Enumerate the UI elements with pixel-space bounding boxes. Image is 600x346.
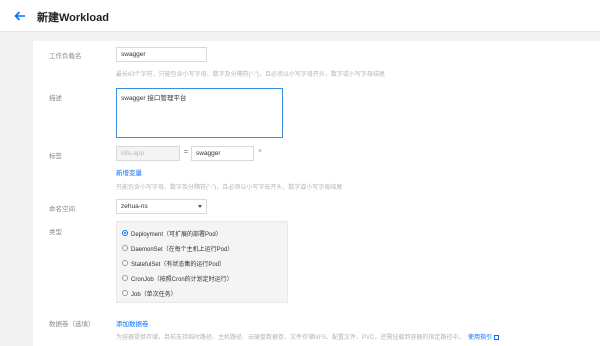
guide-link[interactable]: 使用指引 [468, 332, 500, 341]
name-input[interactable]: swagger [116, 47, 207, 62]
radio-statefulset-label: StatefulSet（有状态集的运行Pod） [131, 261, 226, 268]
radio-unchecked-icon [122, 245, 128, 251]
label-value-input[interactable]: swagger [191, 146, 254, 161]
remove-label-icon[interactable]: × [258, 148, 262, 155]
page-title: 新建Workload [37, 12, 109, 24]
back-arrow-icon[interactable] [12, 8, 28, 24]
type-label: 类型 [49, 229, 62, 236]
radio-checked-icon [122, 230, 128, 236]
chevron-down-icon [198, 205, 202, 208]
radio-cronjob[interactable]: CronJob（按照Cron的计划定时运行） [122, 272, 233, 284]
label-key-input[interactable]: k8s-app [116, 146, 180, 161]
description-textarea[interactable]: swagger 接口管理平台 [116, 88, 283, 138]
radio-statefulset[interactable]: StatefulSet（有状态集的运行Pod） [122, 257, 225, 269]
guide-link-label: 使用指引 [468, 335, 493, 341]
top-bar: 新建Workload [0, 0, 600, 32]
external-link-icon [494, 335, 500, 340]
radio-daemonset[interactable]: DaemonSet（在每个主机上运行Pod） [122, 242, 233, 254]
volumes-label: 数据卷（选填） [49, 321, 95, 328]
radio-unchecked-icon [122, 260, 128, 266]
namespace-select[interactable]: zehua-ns [116, 199, 207, 214]
add-label-link[interactable]: 新增变量 [116, 167, 142, 177]
radio-deployment-label: Deployment（可扩展的部署Pod） [131, 231, 222, 238]
labels-hint: 只能包含小写字母、数字及分隔符("-")，且必须以小写字母开头，数字或小写字母结… [116, 185, 343, 191]
namespace-value: zehua-ns [121, 203, 148, 210]
radio-daemonset-label: DaemonSet（在每个主机上运行Pod） [131, 246, 234, 253]
volumes-hint: 为容器提供存储，目前支持临时路径、主机路径、云硬盘数据卷、文件存储NFS、配置文… [116, 335, 465, 341]
radio-unchecked-icon [122, 290, 128, 296]
labels-label: 标签 [49, 153, 62, 160]
radio-job[interactable]: Job（单次任务） [122, 287, 177, 299]
radio-cronjob-label: CronJob（按照Cron的计划定时运行） [131, 276, 233, 283]
add-volume-link[interactable]: 添加数据卷 [116, 318, 149, 328]
radio-job-label: Job（单次任务） [131, 291, 177, 298]
radio-deployment[interactable]: Deployment（可扩展的部署Pod） [122, 227, 222, 239]
namespace-label: 命名空间 [49, 206, 75, 213]
equals-sign: = [184, 149, 189, 156]
name-label: 工作负载名 [49, 53, 82, 60]
description-label: 描述 [49, 95, 62, 102]
name-hint: 最长63个字符，只能包含小写字母、数字及分隔符("-")，且必须以小写字母开头，… [116, 72, 385, 78]
type-radio-group: Deployment（可扩展的部署Pod） DaemonSet（在每个主机上运行… [116, 221, 288, 303]
radio-unchecked-icon [122, 275, 128, 281]
